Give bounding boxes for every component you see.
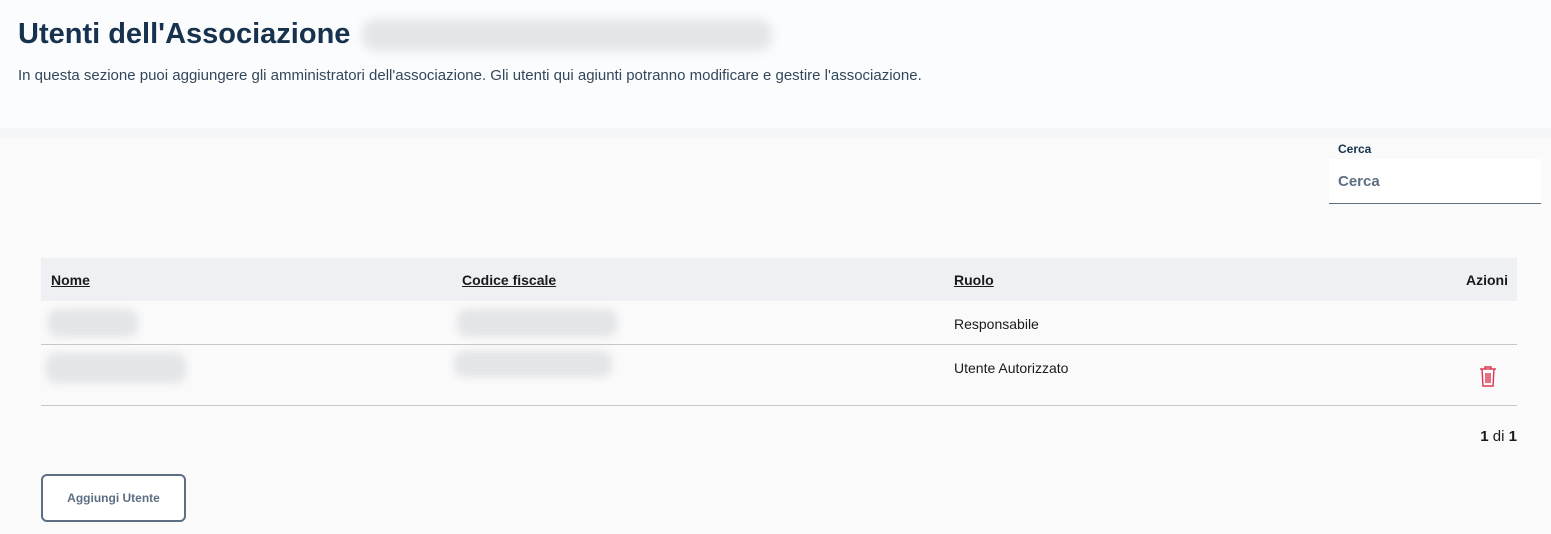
page-title-text: Utenti dell'Associazione (18, 18, 351, 50)
users-table: Nome Codice fiscale Ruolo Azioni Respons… (41, 258, 1517, 406)
redacted-nome (48, 309, 138, 337)
page-description: In questa sezione puoi aggiungere gli am… (18, 67, 922, 84)
table-header: Nome Codice fiscale Ruolo Azioni (41, 258, 1517, 301)
cell-ruolo: Responsabile (954, 316, 1039, 332)
pagination-separator: di (1492, 428, 1505, 445)
redacted-nome (46, 353, 186, 383)
trash-icon[interactable] (1478, 365, 1498, 387)
section-divider-band (0, 128, 1551, 138)
search-label: Cerca (1338, 142, 1372, 156)
page-header: Utenti dell'Associazione In questa sezio… (0, 0, 1551, 128)
column-header-ruolo[interactable]: Ruolo (954, 272, 994, 288)
pagination-total: 1 (1508, 428, 1517, 445)
page-title: Utenti dell'Associazione (18, 18, 773, 51)
column-header-nome[interactable]: Nome (51, 272, 90, 288)
column-header-azioni: Azioni (1466, 272, 1508, 288)
add-user-button[interactable]: Aggiungi Utente (41, 474, 186, 522)
redacted-association-name (362, 18, 773, 51)
pagination: 1 di 1 (1480, 428, 1517, 445)
pagination-current: 1 (1480, 428, 1489, 445)
cell-ruolo: Utente Autorizzato (954, 360, 1069, 376)
column-header-codice-fiscale[interactable]: Codice fiscale (462, 272, 556, 288)
redacted-codice-fiscale (454, 351, 612, 377)
table-row: Utente Autorizzato (41, 345, 1517, 406)
table-row: Responsabile (41, 301, 1517, 345)
redacted-codice-fiscale (457, 309, 617, 337)
search-input[interactable] (1329, 159, 1541, 204)
